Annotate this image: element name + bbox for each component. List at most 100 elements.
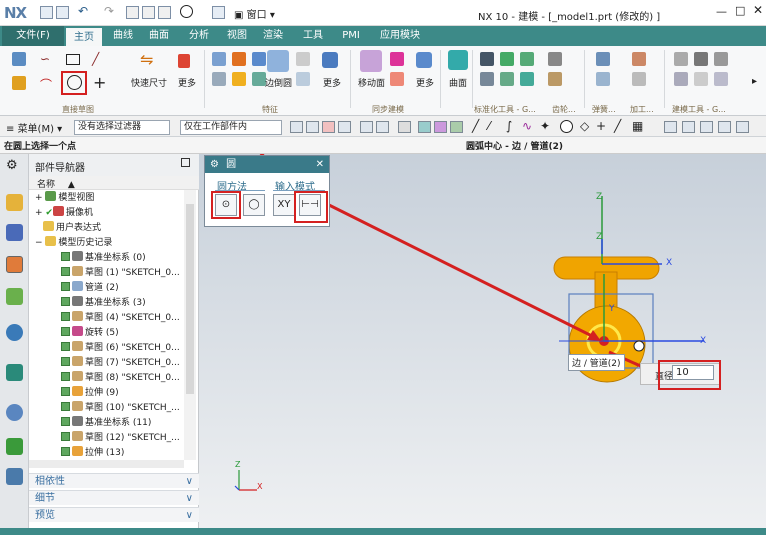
web-browser-icon[interactable] bbox=[6, 364, 23, 381]
more-features-icon[interactable] bbox=[322, 52, 338, 68]
snap-icon-4[interactable] bbox=[338, 121, 351, 133]
unite-icon[interactable] bbox=[212, 72, 226, 86]
edge-blend-button[interactable]: 边倒圆 bbox=[265, 76, 292, 89]
tab-view[interactable]: 视图 bbox=[222, 26, 252, 46]
tab-curve[interactable]: 曲线 bbox=[108, 26, 138, 46]
process-studio-icon[interactable] bbox=[6, 468, 23, 485]
snap-icon-2[interactable] bbox=[306, 121, 319, 133]
scope-select[interactable]: 仅在工作部件内 bbox=[180, 120, 282, 135]
modeling-tool-icon-2[interactable] bbox=[694, 52, 708, 66]
revolve-icon[interactable] bbox=[232, 52, 246, 66]
snap-icon-8[interactable] bbox=[418, 121, 431, 133]
minimize-icon[interactable]: — bbox=[716, 5, 727, 18]
rapid-dimension-icon[interactable]: ⇋ bbox=[140, 50, 153, 69]
more-icon[interactable] bbox=[178, 54, 190, 68]
view-icon-5[interactable] bbox=[736, 121, 749, 133]
spring-icon[interactable] bbox=[596, 52, 610, 66]
tab-tools[interactable]: 工具 bbox=[298, 26, 328, 46]
view-icon-3[interactable] bbox=[700, 121, 713, 133]
center-diameter-button[interactable]: ⊙ bbox=[215, 194, 237, 216]
rapid-dimension-button[interactable]: 快速尺寸 bbox=[131, 76, 167, 89]
parameter-mode-button[interactable]: ⊢⊣ bbox=[299, 194, 321, 216]
subtract-icon[interactable] bbox=[232, 72, 246, 86]
snap-icon-9[interactable] bbox=[434, 121, 447, 133]
modeling-tool-icon-3[interactable] bbox=[714, 52, 728, 66]
snap-intersect-icon[interactable]: ∿ bbox=[522, 119, 532, 133]
gear-icon[interactable]: ⚙ bbox=[6, 158, 18, 173]
gc-tool-icon-1[interactable] bbox=[480, 52, 494, 66]
move-face-button[interactable]: 移动面 bbox=[358, 76, 385, 89]
snap-point-on-face-icon[interactable]: ▦ bbox=[632, 119, 643, 133]
line-icon[interactable]: ╱ bbox=[92, 52, 99, 66]
dependencies-panel[interactable]: 相依性 ∨ bbox=[29, 473, 199, 488]
arc-icon[interactable]: ⌒ bbox=[40, 76, 52, 93]
gear-icon[interactable] bbox=[548, 52, 562, 66]
point-icon[interactable]: + bbox=[93, 73, 106, 92]
gear-tool-icon[interactable] bbox=[548, 72, 562, 86]
snap-point-icon[interactable]: + bbox=[596, 119, 606, 133]
surface-icon[interactable] bbox=[448, 50, 468, 70]
undo-icon[interactable]: ↶ bbox=[78, 4, 88, 18]
tree-row[interactable]: 基准坐标系 (3) bbox=[29, 296, 184, 311]
tree-row[interactable]: 基准坐标系 (11) bbox=[29, 416, 184, 431]
tab-application[interactable]: 应用模块 bbox=[374, 26, 426, 46]
view-icon-1[interactable] bbox=[664, 121, 677, 133]
tree-row-camera[interactable]: + ✔ 摄像机 bbox=[29, 206, 184, 221]
scrollbar-thumb[interactable] bbox=[186, 204, 194, 394]
tree-row-model-history[interactable]: − 模型历史记录 bbox=[29, 236, 184, 251]
tree-row[interactable]: 草图 (12) "SKETCH_... bbox=[29, 431, 184, 446]
more-sync-icon[interactable] bbox=[416, 52, 432, 68]
window-menu[interactable]: ▣ 窗口 ▾ bbox=[234, 6, 275, 21]
part-navigator-icon[interactable] bbox=[6, 256, 23, 273]
view-icon-4[interactable] bbox=[718, 121, 731, 133]
tree-row[interactable]: 草图 (10) "SKETCH_... bbox=[29, 401, 184, 416]
snap-icon-3[interactable] bbox=[322, 121, 335, 133]
profile-icon[interactable]: ∽ bbox=[40, 52, 50, 66]
copy-icon[interactable] bbox=[142, 6, 155, 19]
snap-line-icon[interactable]: ╱ bbox=[472, 119, 479, 133]
maximize-icon[interactable] bbox=[181, 158, 190, 167]
snap-endpoint-icon[interactable]: ⁄ bbox=[488, 119, 490, 133]
spring-tool-icon[interactable] bbox=[596, 72, 610, 86]
tree-row[interactable]: 草图 (6) "SKETCH_0... bbox=[29, 341, 184, 356]
tree-row[interactable]: 基准坐标系 (0) bbox=[29, 251, 184, 266]
details-panel[interactable]: 细节 ∨ bbox=[29, 490, 199, 505]
menu-button[interactable]: ≡ 菜单(M) ▾ bbox=[6, 120, 62, 135]
coordinate-mode-button[interactable]: XY bbox=[273, 194, 295, 216]
modeling-tool-icon-6[interactable] bbox=[714, 72, 728, 86]
close-icon[interactable]: ✕ bbox=[753, 3, 763, 17]
machining-icon[interactable] bbox=[632, 52, 646, 66]
snap-quadrant-icon[interactable]: ◇ bbox=[580, 119, 589, 133]
system-materials-icon[interactable] bbox=[6, 438, 23, 455]
snap-arc-center-icon[interactable] bbox=[560, 120, 573, 133]
extrude-icon[interactable] bbox=[212, 52, 226, 66]
tab-pmi[interactable]: PMI bbox=[336, 26, 366, 46]
modeling-tool-icon-4[interactable] bbox=[674, 72, 688, 86]
constraint-navigator-icon[interactable] bbox=[6, 224, 23, 241]
snap-icon-7[interactable] bbox=[398, 121, 411, 133]
chamfer-icon[interactable] bbox=[296, 52, 310, 66]
tab-render[interactable]: 渲染 bbox=[258, 26, 288, 46]
gc-tool-icon-4[interactable] bbox=[480, 72, 494, 86]
tree-row[interactable]: 旋转 (5) bbox=[29, 326, 184, 341]
circle-button[interactable] bbox=[61, 71, 87, 95]
pull-face-icon[interactable] bbox=[390, 52, 404, 66]
maximize-icon[interactable]: □ bbox=[735, 4, 745, 17]
intersect-icon[interactable] bbox=[252, 72, 266, 86]
tree-row[interactable]: 草图 (4) "SKETCH_0... bbox=[29, 311, 184, 326]
paste-icon[interactable] bbox=[158, 6, 171, 19]
assembly-navigator-icon[interactable] bbox=[6, 194, 23, 211]
hole-icon[interactable] bbox=[252, 52, 266, 66]
sketch-task-icon[interactable] bbox=[12, 76, 26, 90]
gc-tool-icon-6[interactable] bbox=[520, 72, 534, 86]
save-icon[interactable] bbox=[40, 6, 53, 19]
history-icon[interactable] bbox=[6, 404, 23, 421]
offset-region-icon[interactable] bbox=[390, 72, 404, 86]
tab-analysis[interactable]: 分析 bbox=[184, 26, 214, 46]
more-button-3[interactable]: 更多 bbox=[416, 76, 434, 89]
view-icon-2[interactable] bbox=[682, 121, 695, 133]
surface-button[interactable]: 曲面 bbox=[449, 76, 467, 89]
close-icon[interactable]: ✕ bbox=[316, 156, 324, 173]
tree-row[interactable]: 草图 (1) "SKETCH_0... bbox=[29, 266, 184, 281]
modeling-tool-icon-1[interactable] bbox=[674, 52, 688, 66]
